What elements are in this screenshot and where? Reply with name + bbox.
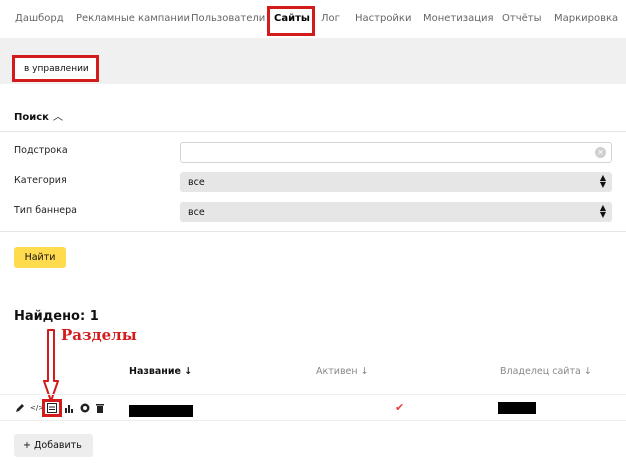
sections-icon[interactable]: [47, 403, 57, 416]
banner-type-value: все: [188, 207, 205, 218]
category-value: все: [188, 177, 205, 188]
nav-item-sites[interactable]: Сайты: [274, 13, 310, 24]
category-select[interactable]: все ▲ ▼: [180, 172, 612, 192]
down-arrow-annotation: [43, 329, 59, 402]
nav-item-marking[interactable]: Маркировка: [554, 13, 618, 24]
nav-item-log[interactable]: Лог: [321, 13, 340, 24]
column-active[interactable]: Активен ↓: [316, 366, 369, 377]
nav-item-monetization[interactable]: Монетизация: [423, 13, 494, 24]
divider: [0, 420, 626, 421]
clear-icon[interactable]: ✕: [595, 147, 606, 158]
find-button[interactable]: Найти: [14, 247, 66, 268]
nav-item-reports[interactable]: Отчёты: [502, 13, 541, 24]
nav-item-users[interactable]: Пользователи: [191, 13, 265, 24]
checkmark-icon: ✔: [395, 401, 405, 414]
chevron-up-icon: ︿: [52, 112, 63, 123]
subtab-managed[interactable]: в управлении: [14, 56, 99, 82]
stats-icon[interactable]: [64, 403, 74, 416]
sections-annotation: Разделы: [61, 326, 137, 344]
divider: [0, 231, 626, 232]
divider: [0, 394, 626, 395]
site-name-redacted: [129, 405, 193, 417]
delete-icon[interactable]: [95, 403, 105, 416]
add-button[interactable]: + Добавить: [14, 434, 93, 457]
age-rating-icon[interactable]: [80, 403, 90, 416]
nav-item-settings[interactable]: Настройки: [355, 13, 411, 24]
edit-icon[interactable]: [15, 403, 25, 416]
divider: [0, 131, 626, 132]
banner-type-select[interactable]: все ▲ ▼: [180, 202, 612, 222]
owner-redacted: [498, 402, 536, 414]
substring-input[interactable]: ✕: [180, 142, 612, 163]
select-arrows-icon: ▲ ▼: [599, 173, 606, 189]
banner-type-label: Тип баннера: [14, 205, 78, 216]
column-owner[interactable]: Владелец сайта ↓: [500, 366, 592, 377]
search-title: Поиск: [14, 112, 49, 123]
select-arrows-icon: ▲ ▼: [599, 203, 606, 219]
found-count: Найдено: 1: [14, 309, 99, 324]
substring-label: Подстрока: [14, 145, 68, 156]
nav-item-ad-campaigns[interactable]: Рекламные кампании: [76, 13, 190, 24]
search-toggle[interactable]: Поиск ︿: [14, 108, 63, 123]
nav-item-dashboard[interactable]: Дашборд: [15, 13, 64, 24]
code-icon[interactable]: </>: [30, 403, 44, 413]
top-navigation: Дашборд Рекламные кампании Пользователи …: [0, 0, 626, 38]
category-label: Категория: [14, 175, 67, 186]
column-name[interactable]: Название ↓: [129, 366, 192, 377]
